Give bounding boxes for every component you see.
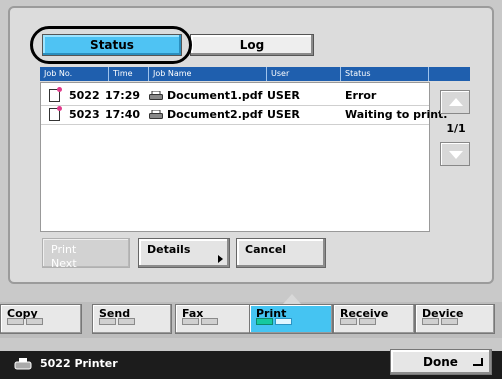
column-status: Status (340, 67, 428, 81)
page-indicator: 1/1 (446, 122, 466, 135)
highlight-oval (30, 26, 192, 64)
tab-log[interactable]: Log (190, 34, 314, 56)
tab-receive[interactable]: Receive (333, 304, 415, 334)
job-user: USER (267, 108, 300, 121)
arrow-up-icon (449, 98, 463, 106)
document-icon (49, 106, 62, 121)
done-button[interactable]: Done (390, 349, 492, 375)
cancel-label: Cancel (245, 243, 287, 256)
status-text: 5022 Printer (40, 357, 118, 370)
tab-fax[interactable]: Fax (175, 304, 255, 334)
column-user: User (266, 67, 340, 81)
printer-icon (14, 358, 32, 370)
print-next-button[interactable]: Print Next (42, 238, 130, 270)
tab-lamps (256, 315, 294, 329)
column-job-name: Job Name (148, 67, 266, 81)
job-list: 5022 17:29 Document1.pdf USER Error 5023… (40, 82, 447, 232)
job-name: Document1.pdf (167, 89, 263, 102)
job-list-header: Job No. Time Job Name User Status (40, 67, 470, 81)
document-icon (49, 87, 62, 102)
job-name: Document2.pdf (167, 108, 263, 121)
table-row[interactable]: 5023 17:40 Document2.pdf USER Waiting to… (41, 106, 447, 125)
printer-icon (149, 110, 163, 119)
done-label: Done (423, 355, 458, 369)
tab-lamps (99, 315, 137, 329)
tab-print[interactable]: Print (249, 304, 333, 334)
arrow-down-icon (449, 151, 463, 159)
tab-device[interactable]: Device (415, 304, 495, 334)
scroll-down-button[interactable] (440, 142, 470, 166)
job-no: 5023 (69, 108, 100, 121)
print-next-label-line2: Next (51, 257, 77, 270)
job-time: 17:29 (105, 89, 141, 102)
tab-copy[interactable]: Copy (0, 304, 82, 334)
details-button[interactable]: Details (138, 238, 230, 268)
job-no: 5022 (69, 89, 100, 102)
details-label: Details (147, 243, 191, 256)
tab-lamps (182, 315, 220, 329)
active-tab-pointer (283, 294, 301, 304)
tab-lamps (340, 315, 378, 329)
return-arrow-icon (473, 358, 483, 366)
table-row[interactable]: 5022 17:29 Document1.pdf USER Error (41, 87, 429, 106)
tab-send[interactable]: Send (92, 304, 172, 334)
tab-lamps (422, 315, 460, 329)
cancel-button[interactable]: Cancel (236, 238, 326, 268)
column-time: Time (108, 67, 148, 81)
job-user: USER (267, 89, 300, 102)
job-status: Waiting to print. (345, 108, 448, 121)
job-time: 17:40 (105, 108, 141, 121)
tab-lamps (7, 315, 45, 329)
chevron-right-icon (218, 255, 223, 263)
column-job-no: Job No. (44, 69, 73, 78)
print-next-label-line1: Print (51, 243, 77, 256)
job-status: Error (345, 89, 377, 102)
scroll-up-button[interactable] (440, 90, 470, 114)
column-spacer (428, 67, 470, 81)
printer-icon (149, 91, 163, 100)
